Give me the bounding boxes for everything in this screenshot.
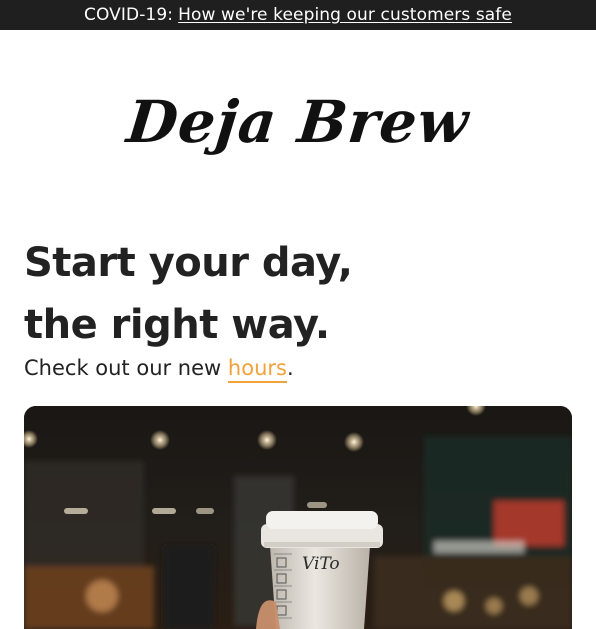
hero-subline-period: . — [286, 356, 294, 380]
hero-headline-line-1: Start your day, — [24, 240, 353, 286]
hours-link[interactable]: hours — [227, 356, 287, 383]
covid-banner-label: COVID-19: — [84, 5, 174, 25]
hero-subline: Check out our new hours. — [24, 356, 294, 383]
covid-safety-link[interactable]: How we're keeping our customers safe — [178, 5, 512, 25]
brand-logo[interactable]: Deja Brew — [0, 88, 596, 156]
hero-subline-text: Check out our new — [24, 356, 222, 380]
hero-headline-line-2: the right way. — [24, 302, 330, 348]
hero-photo: ViTo — [24, 406, 572, 629]
coffee-shop-photo: ViTo — [24, 406, 572, 629]
cup-name-text: ViTo — [302, 554, 340, 574]
covid-banner: COVID-19: How we're keeping our customer… — [0, 0, 596, 30]
coffee-cup: ViTo — [256, 511, 383, 629]
hero-headline: Start your day, the right way. — [24, 232, 353, 356]
